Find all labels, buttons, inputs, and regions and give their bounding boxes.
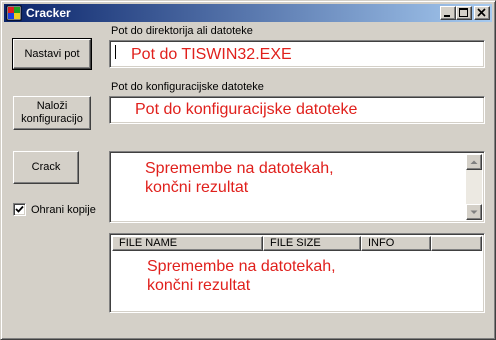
column-header-info[interactable]: INFO — [361, 236, 431, 251]
output-annotation: Spremembe na datotekah, končni rezultat — [145, 160, 334, 196]
config-path-input[interactable]: Pot do konfiguracijske datoteke — [109, 96, 485, 124]
backup-checkbox-label[interactable]: Ohrani kopije — [31, 204, 96, 217]
column-header-file-name[interactable]: FILE NAME — [112, 236, 263, 251]
load-config-button-label: Naloži konfiguracijo — [21, 100, 83, 125]
app-icon — [6, 5, 22, 21]
path-input[interactable]: Pot do TISWIN32.EXE — [109, 40, 485, 68]
backup-checkbox[interactable] — [13, 203, 26, 216]
close-icon — [477, 8, 486, 17]
crack-button[interactable]: Crack — [13, 151, 79, 184]
path-label: Pot do direktorija ali datoteke — [111, 25, 253, 37]
text-caret — [115, 45, 116, 59]
path-annotation: Pot do TISWIN32.EXE — [131, 46, 292, 63]
cracker-window: Cracker Nastavi pot Naloži konfiguracijo… — [0, 0, 496, 340]
load-config-button[interactable]: Naloži konfiguracijo — [13, 96, 91, 130]
config-path-label: Pot do konfiguracijske datoteke — [111, 81, 264, 93]
set-path-button[interactable]: Nastavi pot — [12, 38, 92, 70]
arrow-down-icon — [470, 210, 478, 214]
window-title: Cracker — [26, 6, 71, 20]
file-list[interactable]: FILE NAME FILE SIZE INFO Spremembe na da… — [109, 233, 485, 313]
title-bar[interactable]: Cracker — [4, 4, 492, 22]
column-header-file-size[interactable]: FILE SIZE — [263, 236, 361, 251]
set-path-button-label: Nastavi pot — [24, 47, 80, 60]
close-button[interactable] — [474, 6, 490, 20]
maximize-icon — [459, 8, 468, 17]
arrow-up-icon — [470, 160, 478, 164]
checkmark-icon — [15, 205, 24, 213]
file-list-annotation: Spremembe na datotekah, končni rezultat — [147, 258, 336, 294]
config-path-annotation: Pot do konfiguracijske datoteke — [135, 101, 358, 118]
column-header-filler — [431, 236, 482, 251]
minimize-icon — [444, 15, 450, 17]
minimize-button[interactable] — [440, 6, 456, 20]
maximize-button[interactable] — [456, 6, 472, 20]
crack-button-label: Crack — [31, 161, 61, 173]
output-textarea[interactable]: Spremembe na datotekah, končni rezultat — [109, 151, 485, 223]
scroll-down-button[interactable] — [466, 204, 482, 220]
vertical-scrollbar[interactable] — [466, 154, 482, 220]
scroll-up-button[interactable] — [466, 154, 482, 170]
